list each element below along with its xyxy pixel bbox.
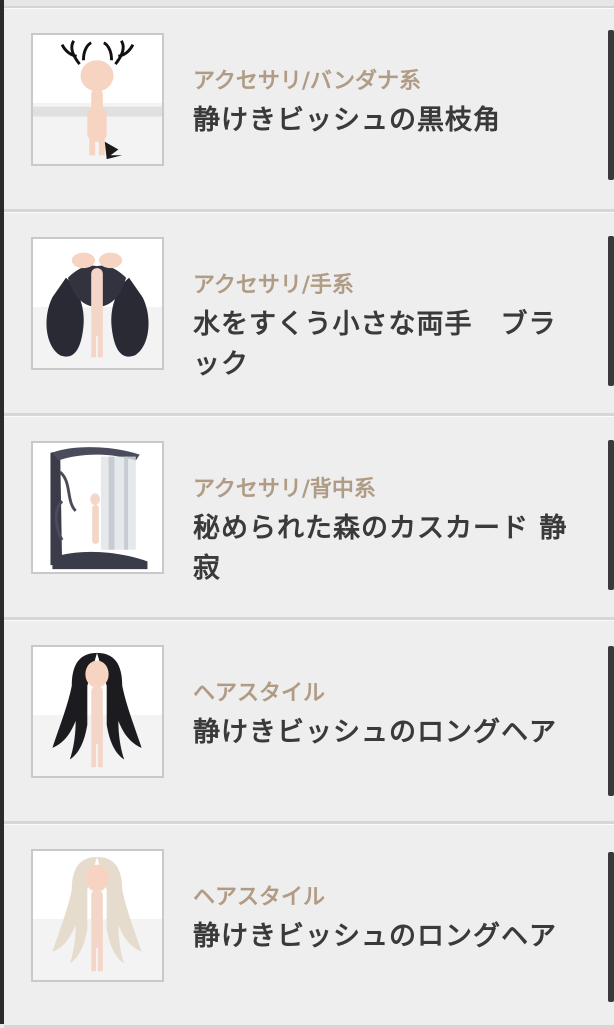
item-name: 静けきビッシュの黒枝角	[193, 105, 501, 136]
scrollbar-segment[interactable]	[608, 30, 614, 180]
item-name: 水をすくう小さな両手 ブラック	[193, 309, 557, 380]
scrollbar-segment[interactable]	[608, 646, 614, 796]
item-thumbnail[interactable]	[31, 645, 164, 778]
hands-accessory-icon	[33, 252, 162, 368]
item-list[interactable]: アクセサリ/バンダナ系 静けきビッシュの黒枝角 アクセサリ/手系 水をすくう小さ…	[4, 0, 614, 1028]
item-name: 秘められた森のカスカード 静寂	[193, 513, 568, 584]
list-item[interactable]: アクセサリ/背中系 秘められた森のカスカード 静寂	[4, 416, 614, 620]
long-hair-black-icon	[33, 652, 162, 776]
item-category: アクセサリ/背中系	[193, 477, 376, 502]
item-thumbnail[interactable]	[31, 237, 164, 370]
item-thumbnail[interactable]	[31, 441, 164, 574]
scrollbar-segment[interactable]	[608, 852, 614, 1002]
item-thumbnail[interactable]	[31, 33, 164, 166]
item-name: 静けきビッシュのロングヘア	[193, 921, 557, 952]
item-thumbnail[interactable]	[31, 849, 164, 982]
forest-cascade-icon	[33, 443, 162, 572]
long-hair-blonde-icon	[33, 856, 162, 980]
item-category: アクセサリ/バンダナ系	[193, 69, 422, 94]
list-item[interactable]: ヘアスタイル 静けきビッシュのロングヘア	[4, 824, 614, 1028]
list-item[interactable]: ヘアスタイル 静けきビッシュのロングヘア	[4, 620, 614, 824]
list-item[interactable]: アクセサリ/バンダナ系 静けきビッシュの黒枝角	[4, 8, 614, 212]
list-top-divider	[4, 0, 614, 8]
list-item[interactable]: アクセサリ/手系 水をすくう小さな両手 ブラック	[4, 212, 614, 416]
item-name: 静けきビッシュのロングヘア	[193, 717, 557, 748]
antler-accessory-icon	[33, 40, 162, 164]
item-category: ヘアスタイル	[193, 681, 326, 706]
item-category: アクセサリ/手系	[193, 273, 354, 298]
scrollbar-segment[interactable]	[608, 440, 614, 590]
item-category: ヘアスタイル	[193, 885, 326, 910]
scrollbar-segment[interactable]	[608, 236, 614, 386]
